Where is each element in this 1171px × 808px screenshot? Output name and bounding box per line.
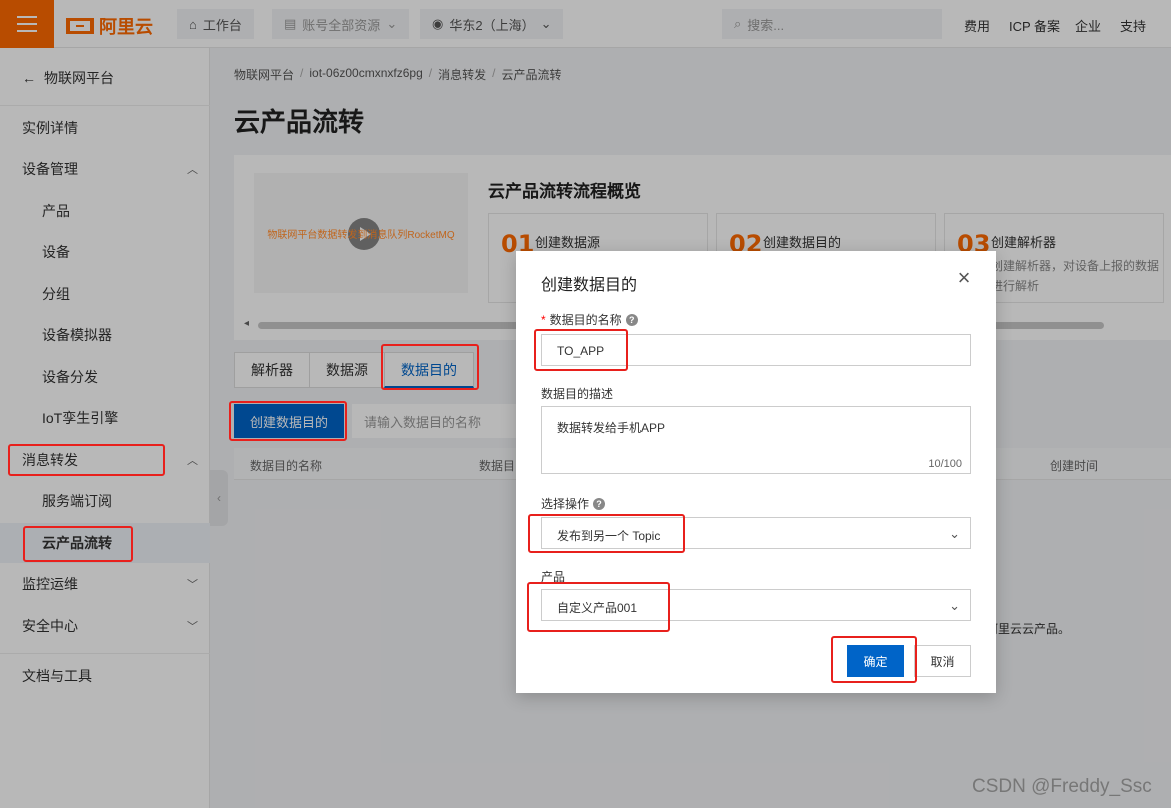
dialog-title: 创建数据目的 [541, 277, 638, 294]
watermark: CSDN @Freddy_Ssc [972, 776, 1152, 797]
required-marker: * [541, 312, 546, 327]
annotation-box [381, 344, 479, 390]
annotation-box [229, 401, 347, 441]
name-field-label: * 数据目的名称 ? [541, 311, 638, 328]
help-icon[interactable]: ? [593, 497, 606, 510]
cancel-button[interactable]: 取消 [914, 645, 971, 677]
annotation-box [528, 514, 685, 553]
annotation-box [534, 329, 628, 371]
video-caption: 物联网平台数据转发到消息队列RocketMQ [267, 229, 455, 241]
close-icon[interactable]: × [953, 267, 975, 290]
annotation-box [8, 444, 165, 476]
description-label-text: 数据目的描述 [541, 387, 614, 401]
annotation-box [831, 636, 917, 683]
action-label-text: 选择操作 [541, 497, 590, 511]
chevron-down-icon: ⌄ [949, 598, 960, 613]
destination-description-field[interactable]: 数据转发给手机APP 10/100 [541, 406, 971, 474]
name-label-text: 数据目的名称 [549, 313, 622, 327]
action-field-label: 选择操作 ? [541, 495, 606, 512]
annotation-box [527, 582, 670, 632]
annotation-box [23, 526, 133, 562]
destination-description-value: 数据转发给手机APP [557, 421, 666, 435]
chevron-down-icon: ⌄ [949, 526, 960, 541]
description-field-label: 数据目的描述 [541, 385, 613, 402]
char-count: 10/100 [928, 458, 962, 470]
help-icon[interactable]: ? [625, 313, 638, 326]
